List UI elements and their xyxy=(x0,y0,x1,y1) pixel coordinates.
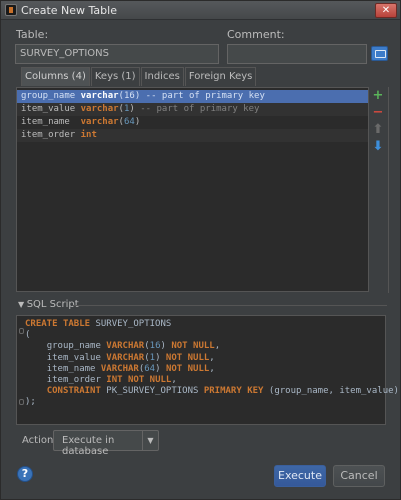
sql-line: item_name VARCHAR(64) NOT NULL, xyxy=(25,364,215,375)
close-button[interactable]: ✕ xyxy=(375,3,397,18)
sql-token: SURVEY_OPTIONS xyxy=(95,319,172,329)
tab-bar: Columns (4) Keys (1) Indices Foreign Keys xyxy=(21,67,257,86)
sql-token: item_order xyxy=(46,375,101,385)
sql-token: TABLE xyxy=(62,319,91,329)
sql-line: CONSTRAINT PK_SURVEY_OPTIONS PRIMARY KEY… xyxy=(25,386,399,397)
sql-token: NOT xyxy=(165,352,183,363)
column-size: 64 xyxy=(123,117,135,127)
columns-table[interactable]: group_name varchar(16) -- part of primar… xyxy=(16,87,369,292)
column-comment: -- part of primary key xyxy=(140,91,265,101)
sql-token: KEY xyxy=(247,386,264,397)
column-name: item_order xyxy=(21,130,81,140)
move-down-icon[interactable]: ⬇ xyxy=(371,140,385,154)
create-table-dialog: Create New Table ✕ Table: SURVEY_OPTIONS… xyxy=(0,0,401,500)
sql-token: VARCHAR xyxy=(100,363,139,374)
paren: ) xyxy=(134,117,141,127)
cancel-button[interactable]: Cancel xyxy=(333,465,385,487)
fold-marker-icon[interactable] xyxy=(19,399,24,405)
tab-foreign-keys[interactable]: Foreign Keys xyxy=(184,67,257,86)
sql-token: NULL xyxy=(193,341,215,352)
divider xyxy=(73,305,387,306)
app-icon xyxy=(5,4,17,16)
sql-line: CREATE TABLE SURVEY_OPTIONS xyxy=(25,319,171,330)
sql-token: , xyxy=(171,375,177,385)
table-row[interactable]: item_name varchar(64) xyxy=(17,116,368,129)
sql-token: ) xyxy=(393,386,399,397)
panel-divider xyxy=(388,87,389,293)
sql-token: , xyxy=(214,341,221,352)
sql-script-header[interactable]: ▼ SQL Script xyxy=(18,299,79,310)
sql-token: NOT xyxy=(127,375,145,385)
sql-token: NOT xyxy=(165,363,183,374)
sql-token: NULL xyxy=(187,363,210,374)
sql-token: 16 xyxy=(149,341,161,352)
comment-edit-icon[interactable] xyxy=(371,46,388,61)
sql-token: NULL xyxy=(149,375,172,385)
column-type: int xyxy=(80,130,97,140)
add-icon[interactable]: + xyxy=(371,89,385,103)
sql-token: item_value xyxy=(339,386,394,397)
column-name: item_name xyxy=(21,117,81,127)
table-row[interactable]: group_name varchar(16) -- part of primar… xyxy=(17,90,368,103)
sql-line: item_order INT NOT NULL, xyxy=(25,375,177,386)
sql-token: CREATE xyxy=(25,319,58,329)
table-row[interactable]: item_value varchar(1) -- part of primary… xyxy=(17,103,368,116)
sql-token: item_name xyxy=(46,363,96,374)
sql-token: VARCHAR xyxy=(106,352,145,363)
window-title: Create New Table xyxy=(21,4,117,17)
column-type: varchar xyxy=(80,117,119,127)
tab-indices[interactable]: Indices xyxy=(140,67,184,86)
sql-line: ); xyxy=(25,397,36,408)
sql-token: ; xyxy=(30,397,36,408)
table-name-field[interactable]: SURVEY_OPTIONS xyxy=(15,44,219,64)
move-up-icon[interactable]: ⬆ xyxy=(371,123,385,137)
sql-token: , xyxy=(209,363,215,374)
tab-keys[interactable]: Keys (1) xyxy=(90,67,140,86)
sql-token: NOT xyxy=(171,341,188,352)
collapse-icon[interactable]: ▼ xyxy=(18,300,27,309)
execute-button[interactable]: Execute xyxy=(274,465,326,487)
column-name: group_name xyxy=(21,91,81,101)
action-dropdown[interactable]: Execute in database ▼ xyxy=(53,430,159,457)
sql-token: PK_SURVEY_OPTIONS xyxy=(106,386,199,397)
fold-marker-icon[interactable] xyxy=(19,328,24,334)
sql-token: 64 xyxy=(144,363,156,374)
tab-columns[interactable]: Columns (4) xyxy=(21,67,90,86)
action-value: Execute in database xyxy=(62,435,115,457)
sql-token: VARCHAR xyxy=(106,341,145,352)
sql-token: CONSTRAINT xyxy=(46,386,101,397)
sql-token: NULL xyxy=(187,352,210,363)
sql-line: item_value VARCHAR(1) NOT NULL, xyxy=(25,353,215,364)
sql-line: ( xyxy=(25,330,30,341)
table-row[interactable]: item_order int xyxy=(17,129,368,142)
comment-label: Comment: xyxy=(227,28,285,41)
comment-field[interactable] xyxy=(227,44,367,64)
chevron-down-icon[interactable]: ▼ xyxy=(142,431,158,450)
table-label: Table: xyxy=(16,28,49,41)
column-type: varchar xyxy=(80,91,119,101)
column-name: item_value xyxy=(21,104,81,114)
remove-icon[interactable]: − xyxy=(371,106,385,120)
title-bar: Create New Table ✕ xyxy=(1,1,400,20)
help-button[interactable]: ? xyxy=(17,466,33,482)
sql-token: group_name xyxy=(46,341,101,352)
column-size: 16 xyxy=(123,91,135,101)
sql-token: , xyxy=(209,352,215,363)
column-type: varchar xyxy=(80,104,119,114)
sql-token: item_value xyxy=(46,352,101,363)
action-label: Action: xyxy=(22,435,57,446)
sql-token: INT xyxy=(106,375,123,385)
sql-token: ( xyxy=(25,330,31,341)
sql-token: PRIMARY xyxy=(203,386,242,397)
sql-editor[interactable]: CREATE TABLE SURVEY_OPTIONS( group_name … xyxy=(16,315,399,425)
sql-script-label: SQL Script xyxy=(26,299,79,310)
column-comment: -- part of primary key xyxy=(134,104,260,114)
sql-token: group_name xyxy=(274,386,329,397)
sql-line: group_name VARCHAR(16) NOT NULL, xyxy=(25,341,220,352)
